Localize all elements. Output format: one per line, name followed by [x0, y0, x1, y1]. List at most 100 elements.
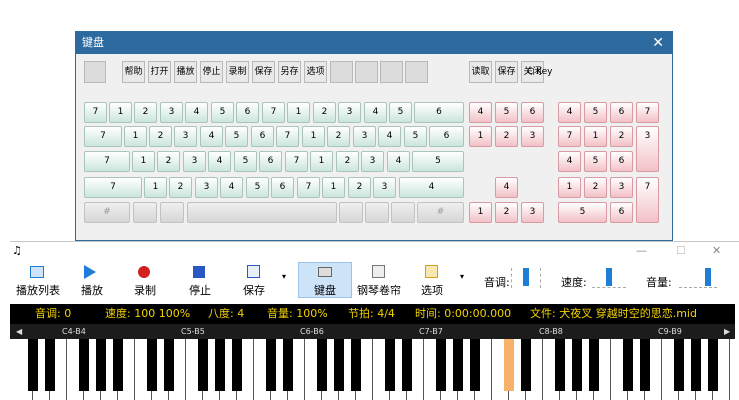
toolbar-blank[interactable] [355, 61, 378, 83]
arrow-up-key[interactable]: 4 [495, 177, 518, 198]
black-key[interactable] [402, 339, 412, 391]
piano-keyboard[interactable] [16, 339, 730, 400]
key[interactable]: 7 [285, 151, 308, 172]
key[interactable]: 3 [195, 177, 218, 198]
key[interactable]: 3 [160, 102, 183, 123]
key[interactable]: 6 [251, 126, 274, 147]
key[interactable]: 1 [310, 151, 333, 172]
options-icon[interactable] [425, 265, 438, 278]
key[interactable]: 4 [220, 177, 243, 198]
numpad-key[interactable]: 1 [584, 126, 607, 147]
stop-button[interactable]: 停止 [200, 61, 223, 83]
key[interactable]: 2 [134, 102, 157, 123]
minimize-icon[interactable]: — [636, 244, 647, 257]
open-button[interactable]: 打开 [148, 61, 171, 83]
key[interactable]: 4 [185, 102, 208, 123]
key-blank[interactable] [391, 202, 415, 223]
play-button[interactable]: 播放 [174, 61, 197, 83]
black-key[interactable] [623, 339, 633, 391]
nav-key[interactable]: 5 [495, 102, 518, 123]
close-icon[interactable]: ✕ [652, 32, 664, 54]
key[interactable]: 7 [276, 126, 299, 147]
black-key[interactable] [504, 339, 514, 391]
black-key[interactable] [283, 339, 293, 391]
black-key[interactable] [232, 339, 242, 391]
toolbar-blank[interactable] [380, 61, 403, 83]
key[interactable]: 3 [373, 177, 396, 198]
key[interactable]: 7 [84, 102, 107, 123]
key[interactable]: 5 [389, 102, 412, 123]
key[interactable]: 1 [322, 177, 345, 198]
black-key[interactable] [453, 339, 463, 391]
record-button[interactable]: 录制 [226, 61, 249, 83]
key[interactable]: 6 [259, 151, 282, 172]
key[interactable]: 5 [211, 102, 234, 123]
black-key[interactable] [436, 339, 446, 391]
key[interactable]: 7 [84, 126, 122, 147]
maximize-icon[interactable]: ☐ [676, 244, 686, 257]
volume-slider[interactable] [679, 268, 717, 288]
toolbar-blank[interactable] [330, 61, 353, 83]
close-icon[interactable]: ✕ [712, 244, 721, 257]
key[interactable]: 2 [169, 177, 192, 198]
key[interactable]: 2 [149, 126, 172, 147]
numpad-key[interactable]: 4 [558, 102, 581, 123]
numpad-key[interactable]: 1 [558, 177, 581, 198]
key[interactable]: 3 [353, 126, 376, 147]
black-key[interactable] [96, 339, 106, 391]
arrow-down-key[interactable]: 2 [495, 202, 518, 223]
black-key[interactable] [691, 339, 701, 391]
key[interactable]: 6 [414, 102, 464, 123]
scroll-left-icon[interactable]: ◀ [16, 324, 22, 339]
options-button[interactable]: 选项 [416, 282, 448, 298]
numpad-enter-key[interactable]: 7 [636, 177, 659, 223]
stop-icon[interactable] [193, 266, 205, 278]
key[interactable]: 3 [361, 151, 384, 172]
key-blank[interactable] [365, 202, 389, 223]
numpad-key[interactable]: 6 [610, 202, 633, 223]
toolbar-blank[interactable] [405, 61, 428, 83]
key[interactable]: 5 [246, 177, 269, 198]
load-button[interactable]: 读取 [469, 61, 492, 83]
tone-slider[interactable] [511, 268, 541, 288]
speed-slider[interactable] [592, 268, 626, 288]
options-button[interactable]: 选项 [304, 61, 327, 83]
numpad-plus-key[interactable]: 3 [636, 126, 659, 172]
key[interactable]: 1 [124, 126, 147, 147]
key[interactable]: 6 [429, 126, 464, 147]
key[interactable]: 4 [378, 126, 401, 147]
numpad-key[interactable]: 6 [610, 102, 633, 123]
save-config-button[interactable]: 保存 [495, 61, 518, 83]
key[interactable]: 4 [200, 126, 223, 147]
black-key[interactable] [555, 339, 565, 391]
numpad-key[interactable]: 2 [610, 126, 633, 147]
key[interactable]: 3 [174, 126, 197, 147]
nav-key[interactable]: 3 [521, 126, 544, 147]
key[interactable]: 1 [132, 151, 155, 172]
black-key[interactable] [640, 339, 650, 391]
black-key[interactable] [317, 339, 327, 391]
scroll-right-icon[interactable]: ▶ [724, 324, 730, 339]
black-key[interactable] [470, 339, 480, 391]
numpad-key[interactable]: 4 [558, 151, 581, 172]
black-key[interactable] [385, 339, 395, 391]
nav-key[interactable]: 6 [521, 102, 544, 123]
arrow-right-key[interactable]: 3 [521, 202, 544, 223]
stop-button[interactable]: 停止 [184, 282, 216, 298]
black-key[interactable] [674, 339, 684, 391]
toolbar-blank[interactable] [84, 61, 106, 83]
key[interactable]: 1 [109, 102, 132, 123]
key[interactable]: 7 [262, 102, 285, 123]
numpad-key[interactable]: 2 [584, 177, 607, 198]
key[interactable]: 4 [208, 151, 231, 172]
nav-key[interactable]: 4 [469, 102, 492, 123]
key[interactable]: 5 [234, 151, 257, 172]
help-button[interactable]: 帮助 [122, 61, 145, 83]
nav-key[interactable]: 1 [469, 126, 492, 147]
key[interactable]: 4 [387, 151, 410, 172]
space-key[interactable] [187, 202, 337, 223]
key-hash[interactable]: # [84, 202, 130, 223]
numpad-key[interactable]: 3 [610, 177, 633, 198]
key[interactable]: 7 [84, 151, 130, 172]
chevron-down-icon[interactable]: ▾ [282, 272, 286, 281]
